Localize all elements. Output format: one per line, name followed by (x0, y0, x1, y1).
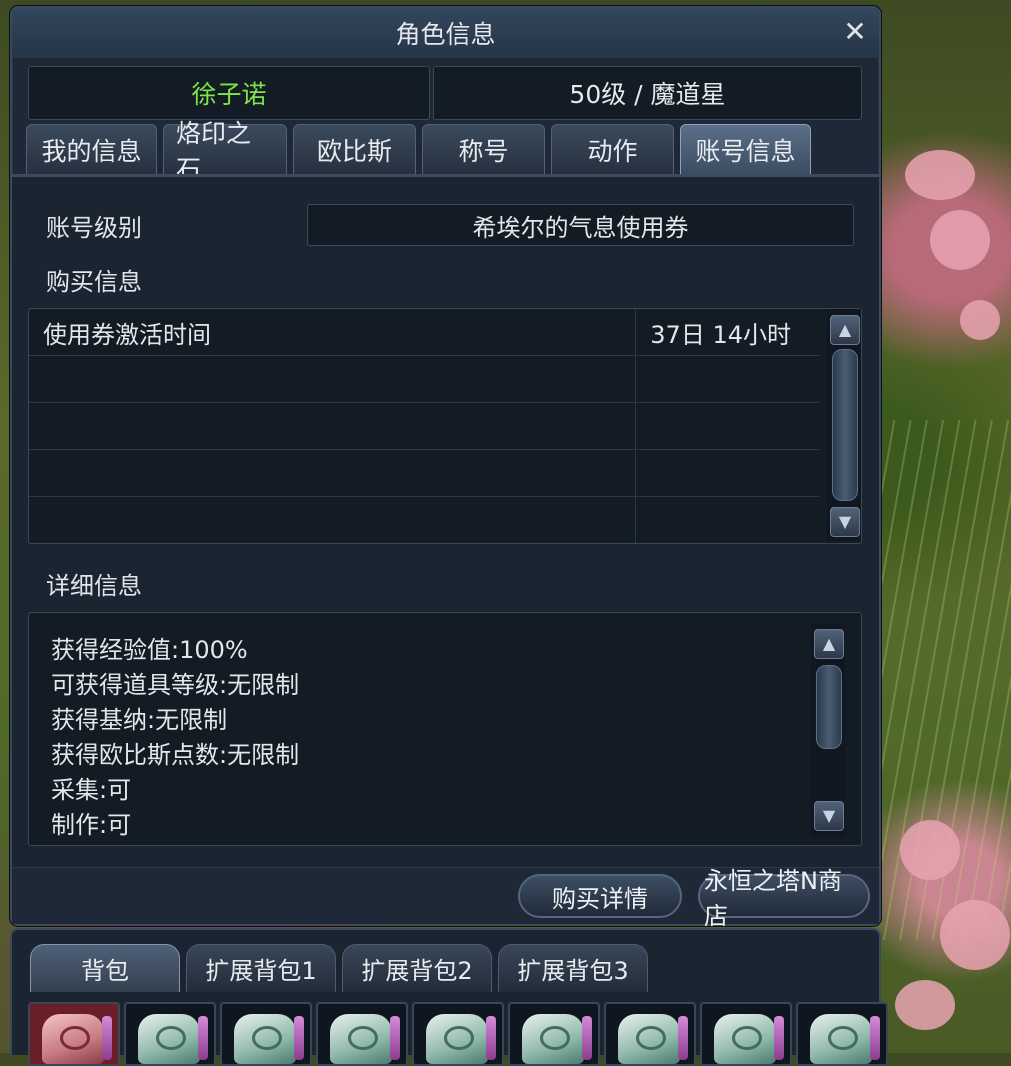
background-blossom (940, 900, 1010, 970)
background-blossom (900, 820, 960, 880)
detail-list: 获得经验值:100% 可获得道具等级:无限制 获得基纳:无限制 获得欧比斯点数:… (51, 633, 299, 843)
tab-stigma-stones[interactable]: 烙印之石 (163, 119, 287, 184)
purchase-item-value: 37日 14小时 (650, 321, 791, 349)
purchase-info-label: 购买信息 (46, 268, 142, 296)
close-icon[interactable]: ✕ (841, 18, 869, 46)
background-blossom (960, 300, 1000, 340)
tab-extra-bag-1[interactable]: 扩展背包1 (186, 944, 336, 992)
detail-item: 可获得道具等级:无限制 (51, 671, 300, 699)
table-row (29, 403, 819, 450)
scroll-up-icon[interactable]: ▲ (814, 629, 844, 659)
tab-odian[interactable]: 欧比斯 (293, 124, 416, 174)
slot-edge (486, 1016, 496, 1060)
inventory-slot[interactable] (316, 1002, 408, 1066)
inventory-slot[interactable] (412, 1002, 504, 1066)
detail-item: 获得经验值:100% (51, 636, 248, 664)
slot-edge (390, 1016, 400, 1060)
detail-info-label: 详细信息 (46, 572, 142, 600)
scroll-up-icon[interactable]: ▲ (830, 315, 860, 345)
tab-bag[interactable]: 背包 (30, 944, 180, 992)
character-level-class: 50级 / 魔道星 (433, 66, 862, 120)
inventory-slot[interactable] (124, 1002, 216, 1066)
slot-edge (198, 1016, 208, 1060)
table-row: 使用券激活时间 37日 14小时 (29, 309, 819, 356)
rune-stone-icon (522, 1014, 584, 1064)
rune-stone-icon (138, 1014, 200, 1064)
table-row (29, 497, 819, 543)
inventory-slot[interactable] (508, 1002, 600, 1066)
slot-edge (678, 1016, 688, 1060)
background-blossom (930, 210, 990, 270)
tab-extra-bag-3[interactable]: 扩展背包3 (498, 944, 648, 992)
detail-item: 获得基纳:无限制 (51, 706, 228, 734)
window-footer: 购买详情 永恒之塔N商店 (12, 867, 879, 930)
rune-stone-icon (618, 1014, 680, 1064)
tab-account-info[interactable]: 账号信息 (680, 124, 811, 174)
tab-my-info[interactable]: 我的信息 (26, 124, 157, 174)
background-blossom (895, 980, 955, 1030)
detail-item: 采集:可 (51, 776, 132, 804)
table-row (29, 450, 819, 497)
inventory-tabs: 背包 扩展背包1 扩展背包2 扩展背包3 (30, 944, 648, 992)
rune-stone-icon (714, 1014, 776, 1064)
table-row (29, 356, 819, 403)
account-type-value: 希埃尔的气息使用券 (307, 204, 854, 246)
tab-titles[interactable]: 称号 (422, 124, 545, 174)
detail-item: 获得欧比斯点数:无限制 (51, 741, 300, 769)
slot-edge (102, 1016, 112, 1060)
purchase-info-table: 使用券激活时间 37日 14小时 ▲ ▼ (28, 308, 862, 544)
inventory-window: 背包 扩展背包1 扩展背包2 扩展背包3 (10, 928, 888, 1066)
shop-button[interactable]: 永恒之塔N商店 (698, 867, 870, 930)
inventory-slot[interactable] (220, 1002, 312, 1066)
tab-extra-bag-2[interactable]: 扩展背包2 (342, 944, 492, 992)
character-name: 徐子诺 (28, 66, 430, 120)
inventory-slots (28, 1002, 888, 1066)
detail-item: 制作:可 (51, 811, 132, 839)
window-titlebar[interactable]: 角色信息 (12, 8, 879, 58)
scroll-thumb[interactable] (832, 349, 858, 501)
slot-edge (294, 1016, 304, 1060)
scroll-thumb[interactable] (816, 665, 842, 749)
detail-info-panel: 获得经验值:100% 可获得道具等级:无限制 获得基纳:无限制 获得欧比斯点数:… (28, 612, 862, 846)
inventory-slot[interactable] (28, 1002, 120, 1066)
slot-edge (870, 1016, 880, 1060)
rune-stone-icon (426, 1014, 488, 1064)
inventory-slot[interactable] (604, 1002, 696, 1066)
scroll-down-icon[interactable]: ▼ (814, 801, 844, 831)
purchase-item-name: 使用券激活时间 (43, 321, 211, 349)
red-rune-stone-icon (42, 1014, 104, 1064)
window-title: 角色信息 (395, 20, 496, 49)
inventory-slot[interactable] (700, 1002, 792, 1066)
info-tabs: 我的信息 烙印之石 欧比斯 称号 动作 账号信息 (26, 119, 811, 184)
slot-edge (582, 1016, 592, 1060)
rune-stone-icon (330, 1014, 392, 1064)
scroll-down-icon[interactable]: ▼ (830, 507, 860, 537)
tab-emotes[interactable]: 动作 (551, 124, 674, 174)
background-blossom (905, 150, 975, 200)
rune-stone-icon (810, 1014, 872, 1064)
account-type-label: 账号级别 (46, 214, 142, 242)
purchase-details-button[interactable]: 购买详情 (518, 874, 682, 918)
detail-scrollbar[interactable]: ▲ ▼ (811, 623, 845, 837)
rune-stone-icon (234, 1014, 296, 1064)
purchase-scrollbar[interactable]: ▲ ▼ (827, 309, 861, 541)
slot-edge (774, 1016, 784, 1060)
character-info-window: 角色信息 ✕ 徐子诺 50级 / 魔道星 我的信息 烙印之石 欧比斯 称号 动作… (10, 6, 881, 930)
inventory-slot[interactable] (796, 1002, 888, 1066)
